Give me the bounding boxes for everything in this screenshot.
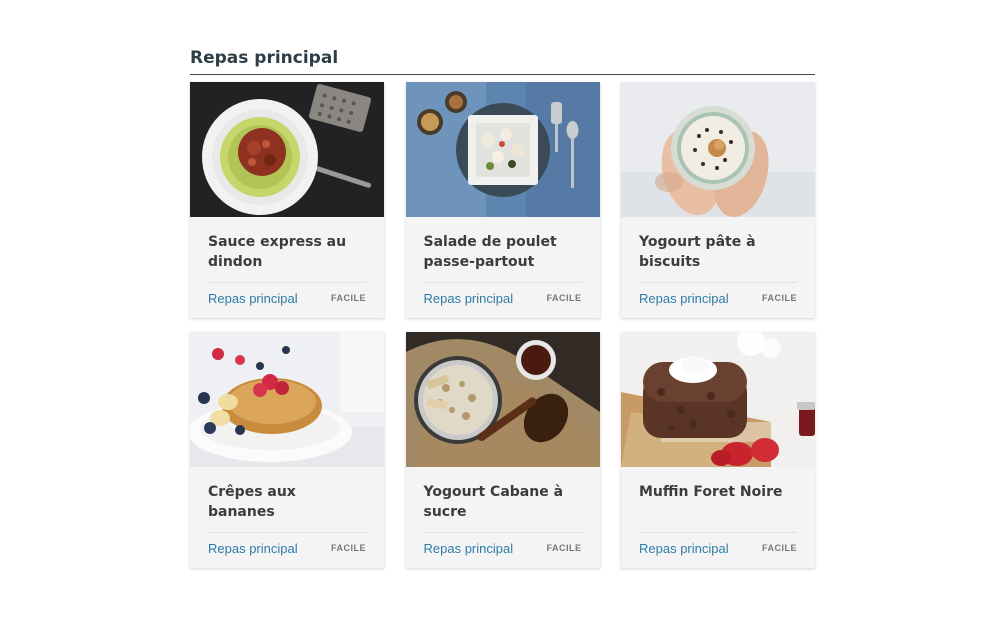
recipe-card[interactable]: Muffin Foret Noire Repas principal FACIL…	[621, 332, 815, 568]
category-link[interactable]: Repas principal	[208, 291, 298, 306]
difficulty-badge: FACILE	[330, 543, 366, 553]
banana-pancakes-berries-photo[interactable]	[190, 332, 384, 467]
section-title: Repas principal	[190, 46, 815, 75]
black-forest-muffin-photo[interactable]	[621, 332, 815, 467]
chicken-salad-bowl-photo[interactable]	[405, 82, 600, 217]
card-title[interactable]: Yogourt Cabane à sucre	[424, 482, 582, 530]
difficulty-badge: FACILE	[546, 543, 582, 553]
category-link[interactable]: Repas principal	[424, 541, 514, 556]
category-link[interactable]: Repas principal	[208, 541, 298, 556]
difficulty-badge: FACILE	[330, 293, 366, 303]
card-title[interactable]: Muffin Foret Noire	[639, 482, 797, 530]
card-title[interactable]: Sauce express au dindon	[208, 232, 366, 280]
difficulty-badge: FACILE	[761, 543, 797, 553]
card-footer: Repas principal FACILE	[639, 282, 797, 313]
card-title[interactable]: Yogourt pâte à biscuits	[639, 232, 797, 280]
recipe-card[interactable]: Salade de poulet passe-partout Repas pri…	[405, 82, 600, 318]
card-title[interactable]: Crêpes aux bananes	[208, 482, 366, 530]
recipe-grid: Sauce express au dindon Repas principal …	[190, 82, 815, 568]
category-link[interactable]: Repas principal	[424, 291, 514, 306]
card-footer: Repas principal FACILE	[423, 532, 582, 563]
recipe-section: Repas principal Sauce express au dindon …	[190, 46, 815, 568]
maple-yogurt-granola-photo[interactable]	[405, 332, 600, 467]
card-title[interactable]: Salade de poulet passe-partout	[424, 232, 582, 280]
category-link[interactable]: Repas principal	[639, 541, 729, 556]
card-footer: Repas principal FACILE	[423, 282, 582, 313]
recipe-card[interactable]: Yogourt Cabane à sucre Repas principal F…	[405, 332, 600, 568]
recipe-card[interactable]: Yogourt pâte à biscuits Repas principal …	[621, 82, 815, 318]
category-link[interactable]: Repas principal	[639, 291, 729, 306]
card-footer: Repas principal FACILE	[639, 532, 797, 563]
yogurt-bowl-hands-photo[interactable]	[621, 82, 815, 217]
recipe-card[interactable]: Crêpes aux bananes Repas principal FACIL…	[190, 332, 384, 568]
card-footer: Repas principal FACILE	[208, 282, 366, 313]
recipe-card[interactable]: Sauce express au dindon Repas principal …	[190, 82, 384, 318]
zucchini-noodles-bolognese-photo[interactable]	[190, 82, 384, 217]
difficulty-badge: FACILE	[546, 293, 582, 303]
difficulty-badge: FACILE	[761, 293, 797, 303]
card-footer: Repas principal FACILE	[208, 532, 366, 563]
